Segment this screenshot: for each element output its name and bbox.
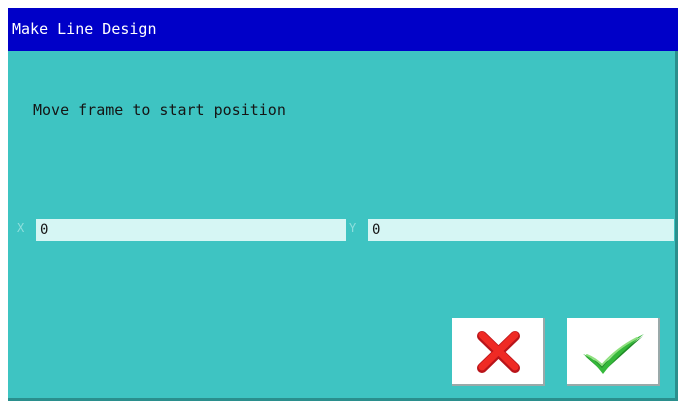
y-coordinate-field[interactable]: 0: [368, 219, 674, 241]
title-bar: Make Line Design: [8, 8, 678, 51]
make-line-design-dialog: Make Line Design Move frame to start pos…: [8, 8, 678, 401]
x-coordinate-field[interactable]: 0: [36, 219, 346, 241]
green-checkmark-icon: [583, 334, 644, 374]
x-coordinate-value: 0: [40, 222, 49, 238]
instruction-message: Move frame to start position: [33, 101, 286, 119]
y-coordinate-value: 0: [372, 222, 381, 238]
confirm-button[interactable]: [567, 318, 660, 386]
red-x-icon: [477, 331, 520, 373]
y-coordinate-label: Y: [349, 221, 357, 235]
dialog-title: Make Line Design: [12, 20, 157, 38]
cancel-button[interactable]: [452, 318, 545, 386]
x-coordinate-label: X: [17, 221, 25, 235]
